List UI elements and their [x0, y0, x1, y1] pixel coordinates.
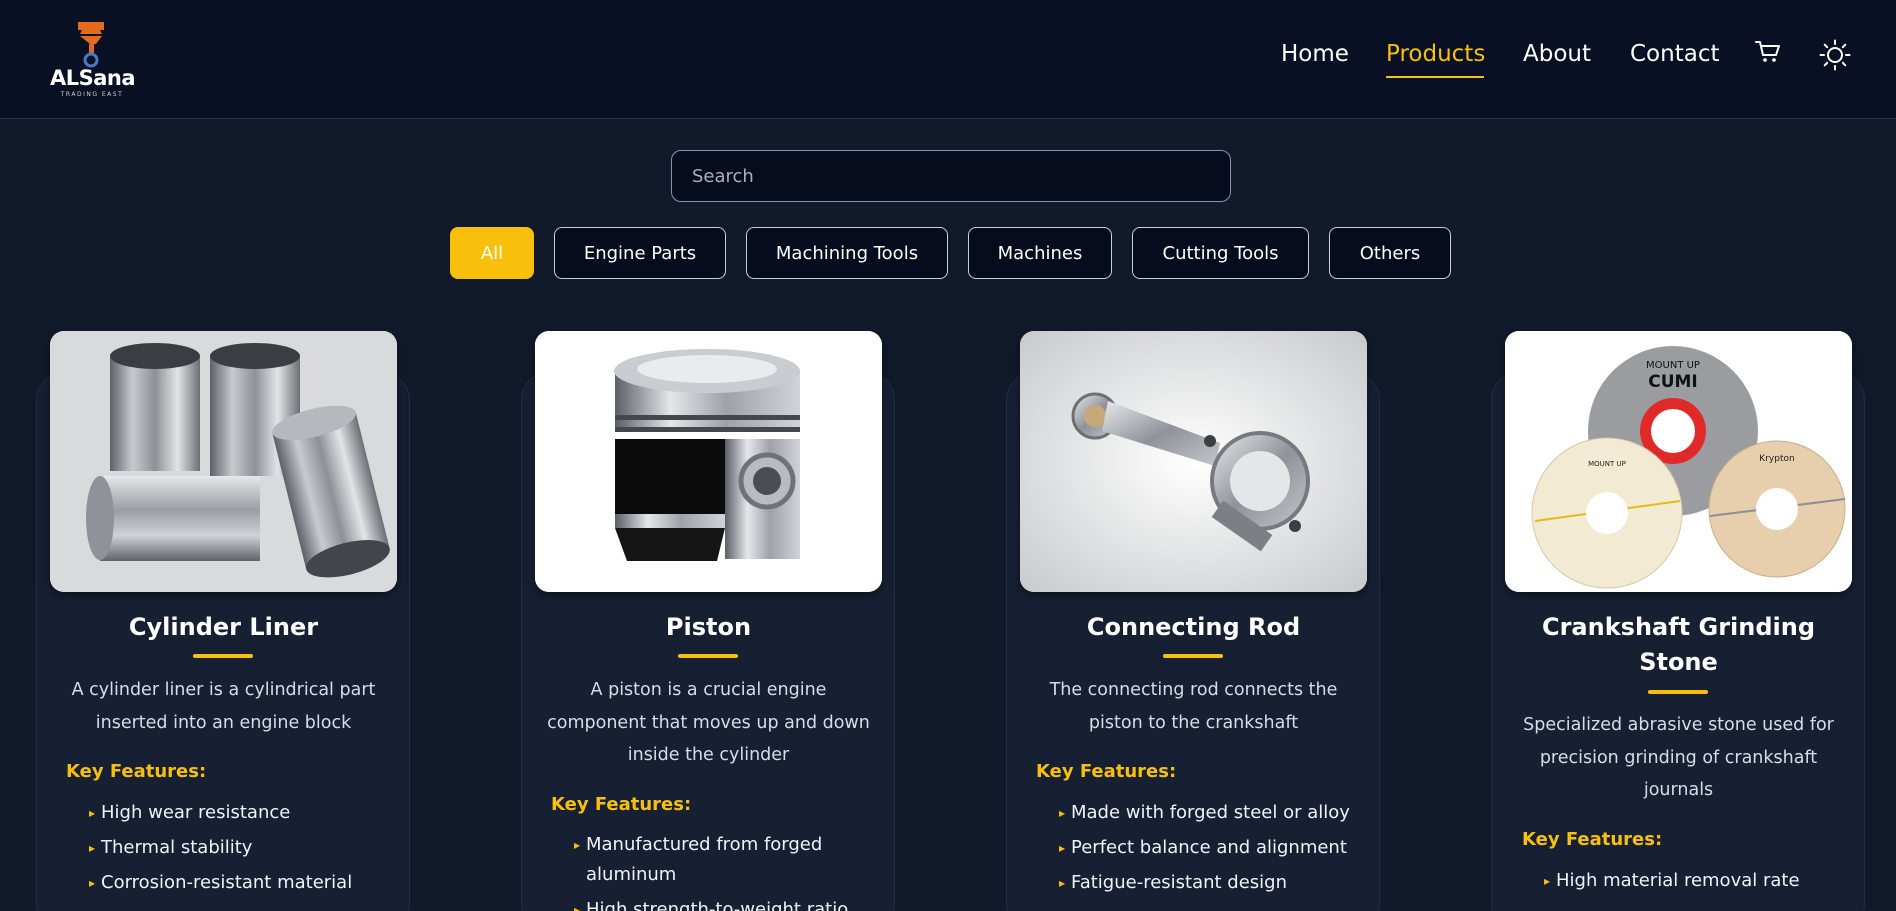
- piston-logo-icon: [78, 22, 104, 68]
- nav-home[interactable]: Home: [1281, 41, 1349, 67]
- nav-products[interactable]: Products: [1386, 41, 1485, 67]
- feature-list: Made with forged steel or alloy Perfect …: [1059, 798, 1381, 903]
- product-title: Cylinder Liner: [128, 613, 319, 641]
- filter-cutting-tools[interactable]: Cutting Tools: [1132, 227, 1309, 279]
- product-image: MOUNT UP CUMI MOUNT UP Krypton: [1505, 331, 1852, 592]
- feature-item: Corrosion-resistant material: [89, 868, 411, 898]
- filter-others[interactable]: Others: [1329, 227, 1451, 279]
- key-features-label: Key Features:: [551, 794, 692, 815]
- filter-machining-tools[interactable]: Machining Tools: [746, 227, 948, 279]
- svg-text:Krypton: Krypton: [1759, 454, 1794, 464]
- grinding-stone-image: MOUNT UP CUMI MOUNT UP Krypton: [1505, 331, 1852, 592]
- product-title: Connecting Rod: [1086, 613, 1301, 641]
- sun-icon[interactable]: [1819, 39, 1851, 71]
- feature-item: Manufactured from forged aluminum: [574, 830, 876, 890]
- title-underline: [1648, 690, 1708, 694]
- title-underline: [1163, 654, 1223, 658]
- feature-item: Thermal stability: [89, 833, 411, 863]
- product-title: Crankshaft Grinding Stone: [1541, 613, 1816, 676]
- search-input[interactable]: [671, 150, 1231, 202]
- feature-item: High wear resistance: [89, 798, 411, 828]
- brand-tagline: TRADING EAST: [60, 91, 124, 98]
- site-header: ALSana TRADING EAST Home Products About …: [0, 0, 1896, 119]
- feature-list: High wear resistance Thermal stability C…: [89, 798, 411, 903]
- product-description: Specialized abrasive stone used for prec…: [1523, 715, 1834, 800]
- key-features-label: Key Features:: [1522, 829, 1663, 850]
- feature-list: High material removal rate: [1544, 866, 1866, 901]
- filter-engine-parts[interactable]: Engine Parts: [554, 227, 726, 279]
- brand-name: ALSana: [50, 66, 136, 90]
- svg-text:MOUNT UP: MOUNT UP: [1646, 360, 1700, 371]
- svg-text:MOUNT UP: MOUNT UP: [1588, 460, 1626, 468]
- piston-image: [535, 331, 882, 592]
- product-image: [535, 331, 882, 592]
- product-description: The connecting rod connects the piston t…: [1049, 680, 1338, 733]
- feature-list: Manufactured from forged aluminum High s…: [574, 830, 876, 911]
- nav-about[interactable]: About: [1523, 41, 1591, 67]
- nav-active-underline: [1386, 76, 1484, 78]
- cylinder-liner-image: [50, 331, 397, 592]
- feature-item: Made with forged steel or alloy: [1059, 798, 1381, 828]
- brand-logo[interactable]: ALSana TRADING EAST: [48, 20, 136, 100]
- filter-machines[interactable]: Machines: [968, 227, 1112, 279]
- product-title: Piston: [665, 613, 752, 641]
- feature-item: High strength-to-weight ratio: [574, 895, 876, 911]
- cart-icon[interactable]: [1754, 39, 1782, 65]
- feature-item: Perfect balance and alignment: [1059, 833, 1381, 863]
- key-features-label: Key Features:: [66, 761, 207, 782]
- connecting-rod-image: [1020, 331, 1367, 592]
- title-underline: [193, 654, 253, 658]
- svg-text:CUMI: CUMI: [1648, 372, 1698, 392]
- product-image: [1020, 331, 1367, 592]
- feature-item: High material removal rate: [1544, 866, 1866, 896]
- feature-item: Fatigue-resistant design: [1059, 868, 1381, 898]
- filter-all[interactable]: All: [450, 227, 534, 279]
- product-description: A cylinder liner is a cylindrical part i…: [71, 680, 376, 733]
- key-features-label: Key Features:: [1036, 761, 1177, 782]
- product-image: [50, 331, 397, 592]
- nav-contact[interactable]: Contact: [1630, 41, 1719, 67]
- product-description: A piston is a crucial engine component t…: [547, 680, 870, 765]
- title-underline: [678, 654, 738, 658]
